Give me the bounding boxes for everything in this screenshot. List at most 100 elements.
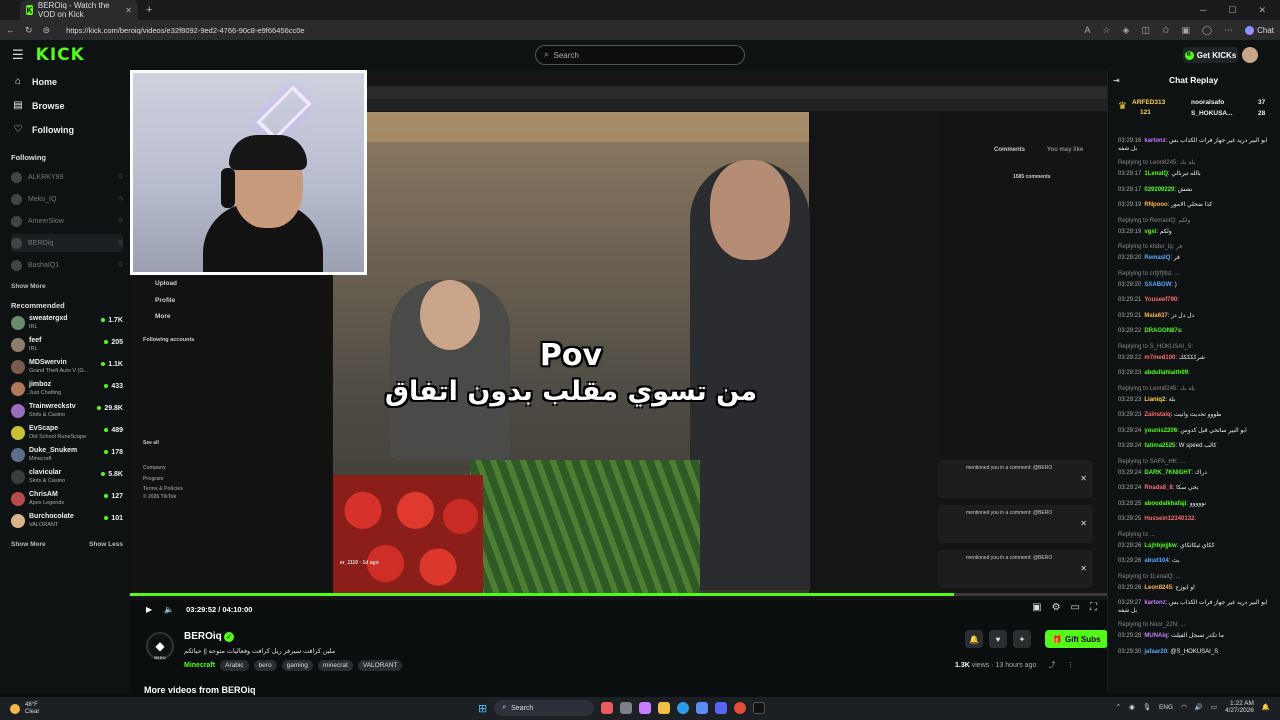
sidebar-nav-browse[interactable]: ▤ Browse <box>12 100 64 111</box>
extension-icon[interactable]: ◈ <box>1123 25 1130 36</box>
windows-start-icon[interactable]: ⊞ <box>478 702 487 715</box>
following-item[interactable]: ALKRKY99 ⦸ <box>11 168 123 186</box>
show-less-button[interactable]: Show Less <box>89 541 123 548</box>
chat-username[interactable]: vgxi <box>1144 229 1156 235</box>
favorite-star-icon[interactable]: ☆ <box>1102 25 1110 36</box>
volume-icon[interactable]: 🔊 <box>1195 703 1203 711</box>
chat-username[interactable]: kartonz <box>1144 600 1165 606</box>
channel-name[interactable]: BEROiq <box>184 631 222 642</box>
task-view-icon[interactable] <box>620 702 633 714</box>
copilot-chat-button[interactable]: Chat <box>1245 25 1274 35</box>
chat-username[interactable]: Zainstaiq <box>1144 412 1170 418</box>
notification-bell-icon[interactable]: 🔔 <box>965 630 983 648</box>
chat-username[interactable]: DRAGON87s <box>1144 328 1181 334</box>
capcut-icon[interactable] <box>753 702 766 714</box>
tag-chip[interactable]: bero <box>253 660 277 671</box>
get-kicks-button[interactable]: K Get KICKs <box>1183 47 1238 63</box>
chat-username[interactable]: abud104 <box>1144 558 1168 564</box>
chat-username[interactable]: Youseef790 <box>1144 297 1177 303</box>
chat-username[interactable]: jafaar20 <box>1144 649 1167 655</box>
volume-icon[interactable]: 🔈 <box>164 605 174 614</box>
browser-tab[interactable]: K BEROiq - Watch the VOD on Kick ✕ <box>20 0 138 20</box>
recommended-item[interactable]: Trainwreckstv Slots & Casino 29.8K <box>11 401 123 423</box>
chat-username[interactable]: Lsjhhjejjkw <box>1144 543 1176 549</box>
chat-username[interactable]: Mala637 <box>1144 313 1167 319</box>
refresh-icon[interactable]: ↻ <box>25 25 33 36</box>
sidebar-nav-home[interactable]: ⌂ Home <box>12 76 57 87</box>
pin-icon[interactable]: ✦ <box>1013 630 1031 648</box>
language-indicator[interactable]: ENG <box>1159 704 1173 711</box>
microphone-icon[interactable]: 🎙 <box>1143 703 1151 711</box>
file-explorer-icon[interactable] <box>658 702 671 714</box>
theater-mode-icon[interactable]: ▭ <box>1071 602 1080 613</box>
gift-subs-button[interactable]: 🎁 Gift Subs <box>1045 630 1108 648</box>
chat-username[interactable]: SXABOW <box>1144 282 1171 288</box>
kick-logo[interactable]: KICK <box>36 45 85 65</box>
copilot-icon[interactable] <box>639 702 652 714</box>
category-link[interactable]: Minecraft <box>184 662 215 669</box>
recommended-item[interactable]: MDSwervin Grand Theft Auto V (G... 1.1K <box>11 357 123 379</box>
weather-widget[interactable]: 48°F Clear <box>10 702 39 715</box>
play-icon[interactable]: ▶ <box>146 605 152 614</box>
chat-username[interactable]: Lianiq2 <box>1144 397 1165 403</box>
collections-icon[interactable]: ▣ <box>1182 25 1191 36</box>
recommended-item[interactable]: sweatergxd IRL 1.7K <box>11 313 123 335</box>
chat-username[interactable]: RemasIQ <box>1144 255 1170 261</box>
minimize-icon[interactable]: ─ <box>1200 5 1206 16</box>
following-item[interactable]: Meko_IQ ⦸ <box>11 190 123 208</box>
more-options-icon[interactable]: ⋮ <box>1067 662 1074 669</box>
chat-username[interactable]: RNpooo <box>1144 202 1167 208</box>
chat-username[interactable]: aboodalkhafaji <box>1144 501 1186 507</box>
clip-icon[interactable]: ▣ <box>1032 602 1041 613</box>
tray-app-icon[interactable]: ◉ <box>1129 703 1135 711</box>
chat-username[interactable]: DARK_7KNIGHT <box>1144 470 1191 476</box>
recommended-item[interactable]: Duke_Snukem Minecraft 178 <box>11 445 123 467</box>
recommended-item[interactable]: feef IRL 205 <box>11 335 123 357</box>
recommended-item[interactable]: ChrisAM Apex Legends 127 <box>11 489 123 511</box>
discord-icon[interactable] <box>715 702 728 714</box>
following-item[interactable]: BEROiq ⦸ <box>11 234 123 252</box>
fullscreen-icon[interactable]: ⛶ <box>1090 602 1097 613</box>
channel-avatar[interactable]: ◆ BERO <box>146 632 174 660</box>
chat-username[interactable]: Hussein12340132 <box>1144 516 1194 522</box>
mail-icon[interactable] <box>696 702 709 714</box>
sidebar-nav-following[interactable]: ♡ Following <box>12 124 74 135</box>
maximize-icon[interactable]: ☐ <box>1228 5 1236 16</box>
chat-username[interactable]: fatima2525 <box>1144 443 1175 449</box>
close-tab-icon[interactable]: ✕ <box>125 6 132 15</box>
favorites-icon[interactable]: ✩ <box>1162 25 1170 36</box>
chat-username[interactable]: Rnada8_8 <box>1144 485 1172 491</box>
recommended-item[interactable]: Burchocolate VALORANT 101 <box>11 511 123 533</box>
profile-icon[interactable]: ◯ <box>1202 25 1212 36</box>
chat-username[interactable]: 029209229 <box>1144 187 1174 193</box>
settings-quality-icon[interactable]: ⚙ <box>1052 602 1061 613</box>
chat-username[interactable]: younis2206 <box>1144 428 1177 434</box>
site-info-icon[interactable]: ⊜ <box>43 25 51 36</box>
taskbar-search[interactable]: ⌕ Search <box>494 700 595 716</box>
chat-username[interactable]: abdullahlaith99 <box>1144 370 1188 376</box>
recommended-item[interactable]: EvScape Old School RuneScape 489 <box>11 423 123 445</box>
wifi-icon[interactable]: ◠ <box>1181 703 1187 711</box>
chat-username[interactable]: m7med100 <box>1144 355 1175 361</box>
taskbar-app-icon[interactable] <box>601 702 614 714</box>
chrome-icon[interactable] <box>734 702 747 714</box>
tag-chip[interactable]: VALORANT <box>357 660 403 671</box>
close-window-icon[interactable]: ✕ <box>1258 5 1266 16</box>
following-item[interactable]: BashaIQ1 ⦸ <box>11 256 123 274</box>
split-screen-icon[interactable]: ◫ <box>1141 25 1150 36</box>
url-field[interactable]: https://kick.com/beroiq/videos/e32f8092-… <box>66 26 305 35</box>
show-more-button[interactable]: Show More <box>11 541 46 548</box>
follow-heart-icon[interactable]: ♥ <box>989 630 1007 648</box>
hamburger-menu-icon[interactable]: ☰ <box>12 47 24 63</box>
new-tab-icon[interactable]: + <box>146 4 152 16</box>
show-more-following-button[interactable]: Show More <box>11 283 46 290</box>
tag-chip[interactable]: minecrat <box>317 660 353 671</box>
chat-username[interactable]: MUNAiq <box>1144 633 1167 639</box>
tag-chip[interactable]: Arabic <box>220 660 249 671</box>
video-progress-bar[interactable] <box>130 593 1107 596</box>
tag-chip[interactable]: gaming <box>281 660 313 671</box>
search-input[interactable]: ⌕ Search <box>535 45 745 65</box>
chat-username[interactable]: kartonz <box>1144 138 1165 144</box>
menu-dots-icon[interactable]: ⋯ <box>1224 25 1233 36</box>
recommended-item[interactable]: jimboz Just Chatting 433 <box>11 379 123 401</box>
